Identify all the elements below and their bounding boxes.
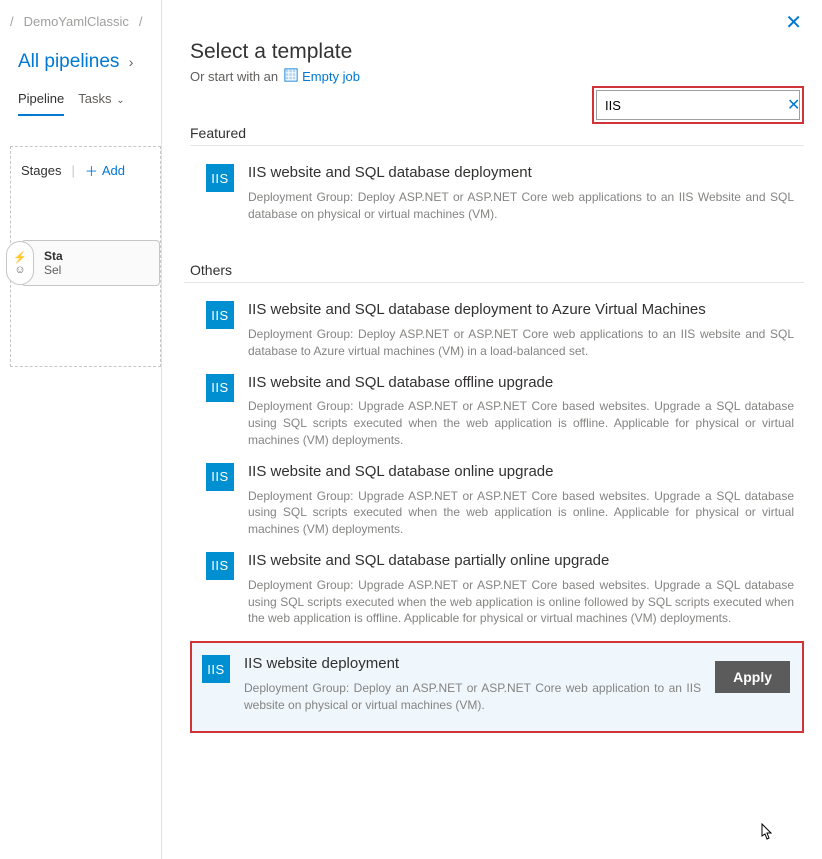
iis-icon: IIS [202, 655, 230, 683]
apply-button[interactable]: Apply [715, 661, 790, 693]
iis-icon: IIS [206, 374, 234, 402]
template-desc: Deployment Group: Deploy an ASP.NET or A… [244, 680, 701, 714]
cursor-icon [758, 823, 774, 843]
iis-icon: IIS [206, 164, 234, 192]
stage-title: Sta [44, 249, 63, 263]
panel-title: Select a template [190, 40, 804, 64]
section-others: Others [184, 262, 804, 283]
template-title: IIS website and SQL database deployment … [248, 301, 794, 320]
trigger-icon: ⚡ [13, 251, 27, 264]
template-title: IIS website and SQL database online upgr… [248, 463, 794, 482]
stage-predeploy-icon[interactable]: ⚡ ☺ [6, 241, 34, 285]
template-title: IIS website deployment [244, 655, 701, 674]
chevron-down-icon: ⌄ [114, 95, 125, 106]
template-item[interactable]: IIS IIS website and SQL database offline… [206, 360, 804, 449]
template-title: IIS website and SQL database deployment [248, 164, 794, 183]
person-icon: ☺ [14, 264, 25, 276]
all-pipelines-link[interactable]: All pipelines › [0, 35, 161, 85]
template-title: IIS website and SQL database offline upg… [248, 374, 794, 393]
template-title: IIS website and SQL database partially o… [248, 552, 794, 571]
subtitle-prefix: Or start with an [190, 69, 278, 84]
all-pipelines-label: All pipelines [18, 51, 119, 72]
template-desc: Deployment Group: Deploy ASP.NET or ASP.… [248, 326, 794, 360]
stages-canvas: Stages | ＋ Add ⚡ ☺ Sta Sel [10, 146, 161, 367]
stages-label: Stages [21, 163, 61, 178]
section-featured: Featured [190, 125, 804, 146]
template-item[interactable]: IIS IIS website and SQL database online … [206, 449, 804, 538]
template-desc: Deployment Group: Upgrade ASP.NET or ASP… [248, 488, 794, 538]
template-item-selected[interactable]: IIS IIS website deployment Deployment Gr… [192, 643, 802, 731]
chevron-right-icon: › [129, 54, 134, 70]
stage-card[interactable]: ⚡ ☺ Sta Sel [21, 240, 160, 286]
stage-subtitle: Sel [44, 263, 63, 277]
tab-tasks[interactable]: Tasks ⌄ [78, 85, 124, 116]
breadcrumb-separator: / [10, 14, 14, 29]
empty-job-link[interactable]: Empty job [284, 68, 360, 85]
divider: | [71, 163, 74, 178]
template-desc: Deployment Group: Deploy ASP.NET or ASP.… [248, 189, 794, 223]
template-desc: Deployment Group: Upgrade ASP.NET or ASP… [248, 398, 794, 448]
empty-job-icon [284, 68, 298, 85]
template-panel: ✕ Select a template Or start with an Emp… [162, 0, 822, 859]
breadcrumb-separator: / [139, 14, 143, 29]
breadcrumb[interactable]: / DemoYamlClassic / [0, 8, 161, 35]
iis-icon: IIS [206, 301, 234, 329]
left-sidebar: / DemoYamlClassic / All pipelines › Pipe… [0, 0, 162, 859]
template-item[interactable]: IIS IIS website and SQL database deploym… [206, 287, 804, 359]
clear-search-icon[interactable]: ✕ [787, 95, 800, 115]
tab-tasks-label: Tasks [78, 91, 111, 106]
tab-pipeline[interactable]: Pipeline [18, 85, 64, 116]
template-item[interactable]: IIS IIS website and SQL database deploym… [206, 150, 804, 222]
add-label: Add [102, 163, 125, 178]
search-input[interactable] [605, 98, 781, 113]
add-stage-link[interactable]: ＋ Add [85, 161, 125, 180]
close-panel-icon[interactable]: ✕ [785, 10, 802, 35]
iis-icon: IIS [206, 552, 234, 580]
template-desc: Deployment Group: Upgrade ASP.NET or ASP… [248, 577, 794, 627]
search-highlight-box: ✕ [592, 86, 804, 124]
iis-icon: IIS [206, 463, 234, 491]
template-item[interactable]: IIS IIS website and SQL database partial… [206, 538, 804, 627]
empty-job-label: Empty job [302, 69, 360, 84]
selected-highlight-box: IIS IIS website deployment Deployment Gr… [190, 641, 804, 733]
plus-icon: ＋ [85, 161, 98, 180]
search-input-wrapper[interactable]: ✕ [596, 90, 800, 120]
tab-bar: Pipeline Tasks ⌄ [0, 85, 161, 116]
breadcrumb-project: DemoYamlClassic [24, 14, 129, 29]
